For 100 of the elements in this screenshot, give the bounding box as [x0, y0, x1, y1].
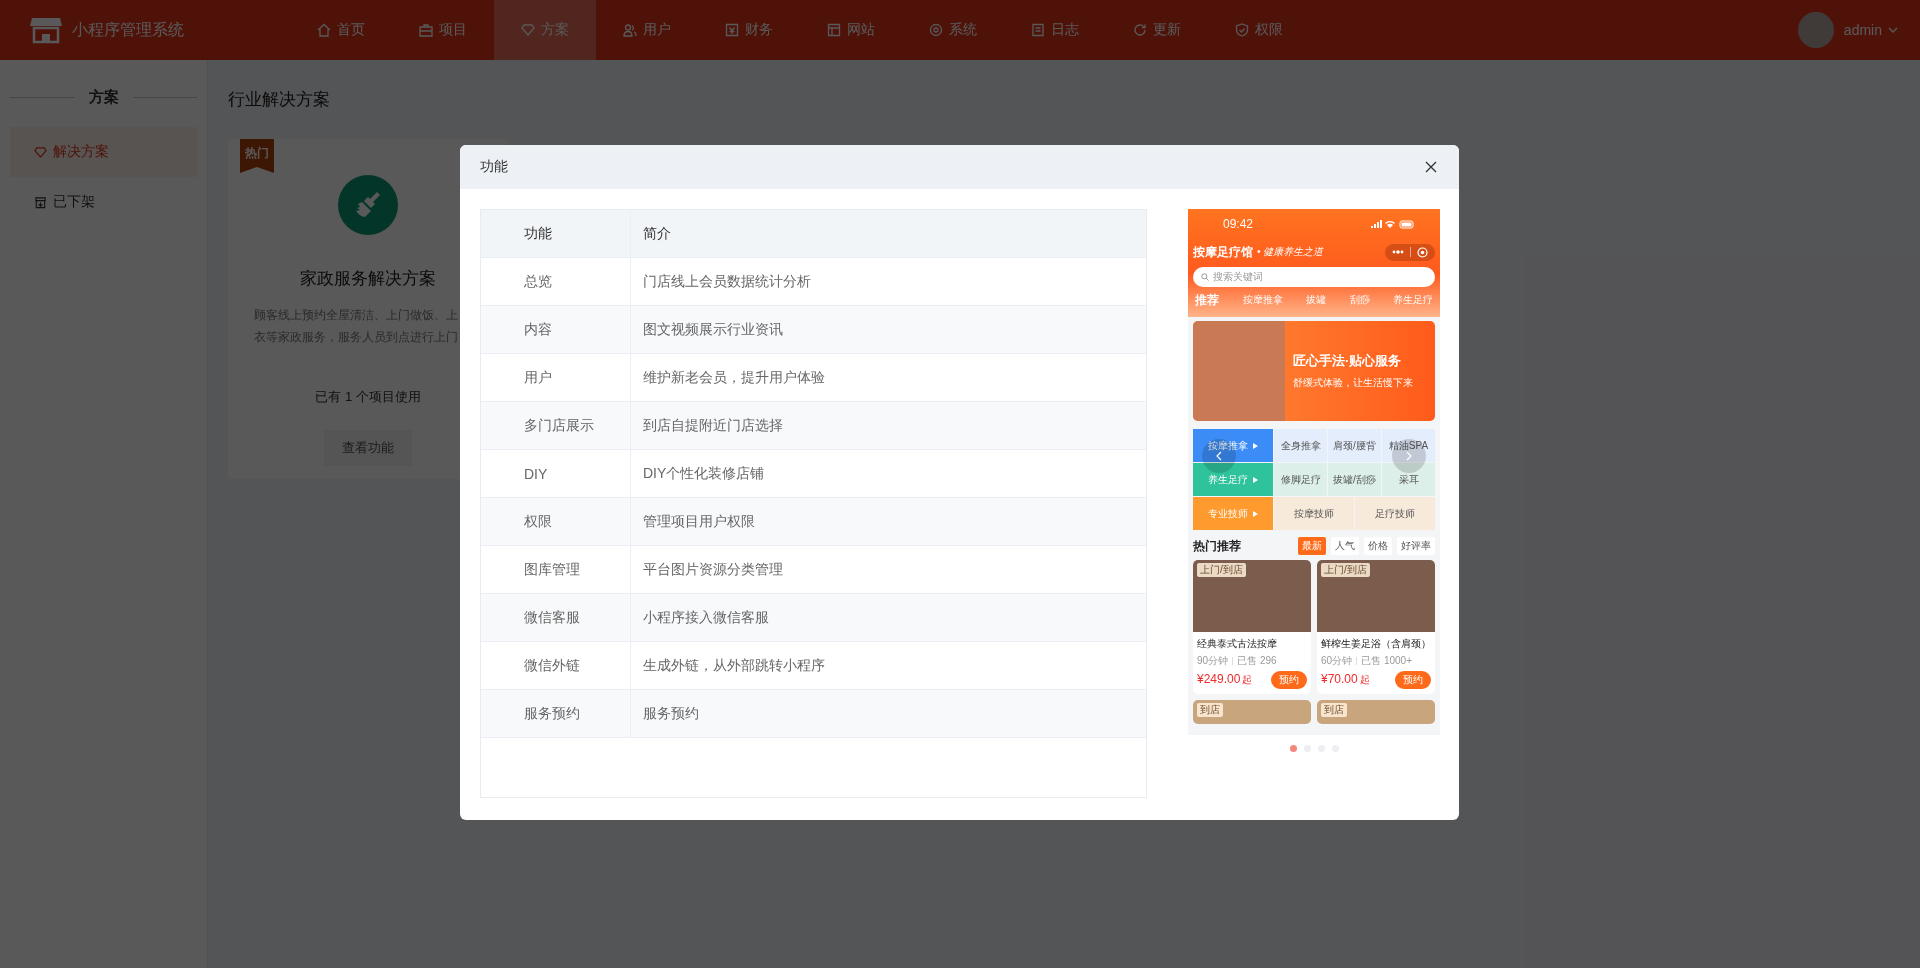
more-dots-icon[interactable]	[1392, 250, 1404, 254]
table-cell: DIY	[481, 450, 631, 497]
table-cell-text: 维护新老会员，提升用户体验	[642, 367, 826, 387]
service-tag: 到店	[1197, 703, 1223, 717]
user-menu[interactable]: admin	[1843, 22, 1882, 38]
status-time: 09:42	[1223, 217, 1254, 231]
table-cell: 多门店展示	[481, 402, 631, 449]
section-title: 热门推荐	[1193, 537, 1241, 555]
nav-tab[interactable]: 用户	[596, 0, 698, 60]
miniprogram-capsule[interactable]	[1385, 243, 1435, 261]
product-card[interactable]: 上门/到店 鲜榨生姜足浴（含肩颈） 60分钟 已售 1000+ ¥70.00 起 预约	[1317, 560, 1435, 694]
triangle-right-icon	[1253, 510, 1258, 517]
chevron-down-icon[interactable]	[1888, 27, 1898, 33]
nav-tab[interactable]: 权限	[1208, 0, 1310, 60]
broom-icon	[338, 175, 398, 235]
table-cell-text: 小程序接入微信客服	[642, 607, 770, 627]
status-indicators-icon	[1371, 219, 1415, 229]
category-cell[interactable]: 采耳	[1382, 463, 1435, 496]
price-suffix: 起	[1242, 673, 1254, 687]
archive-box-icon	[34, 195, 47, 209]
category-cell[interactable]: 精油SPA	[1382, 429, 1435, 462]
duration: 60分钟	[1321, 654, 1353, 668]
triangle-right-icon	[1253, 442, 1258, 449]
product-name: 鲜榨生姜足浴（含肩颈）	[1321, 637, 1431, 651]
table-cell-text: 图文视频展示行业资讯	[642, 319, 784, 339]
table-cell: 权限	[481, 498, 631, 545]
category-main-cell[interactable]: 按摩推拿	[1193, 429, 1273, 462]
product-card[interactable]: 到店	[1317, 700, 1435, 724]
search-field[interactable]: 搜索关键词	[1193, 267, 1435, 287]
category-tab[interactable]: 按摩推拿	[1242, 293, 1283, 307]
nav-tab[interactable]: 首页	[290, 0, 392, 60]
product-card[interactable]: 到店	[1193, 700, 1311, 724]
banner-subline: 舒缓式体验，让生活慢下来	[1293, 376, 1413, 390]
table-cell-text: 服务预约	[642, 703, 700, 723]
category-tab[interactable]: 刮痧	[1349, 293, 1370, 307]
nav-tab[interactable]: 系统	[902, 0, 1004, 60]
nav-tab[interactable]: 项目	[392, 0, 494, 60]
table-cell-text: DIY个性化装修店铺	[642, 463, 766, 483]
sidebar-item[interactable]: 解决方案	[10, 127, 197, 177]
product-card[interactable]: 上门/到店 经典泰式古法按摩 90分钟 已售 296 ¥249.00 起 预约	[1193, 560, 1311, 694]
column-header: 简介	[642, 223, 672, 243]
category-tab[interactable]: 养生足疗	[1393, 293, 1433, 307]
shop-slogan: • 健康养生之道	[1257, 245, 1325, 259]
sold-count: 已售 1000+	[1361, 654, 1412, 668]
gear-icon	[929, 23, 943, 37]
page-title: 行业解决方案	[228, 89, 331, 111]
sort-filter[interactable]: 好评率	[1397, 537, 1435, 555]
book-button[interactable]: 预约	[1271, 671, 1307, 689]
category-cell[interactable]: 修脚足疗	[1274, 463, 1327, 496]
price: ¥249.00	[1197, 672, 1241, 686]
category-main-cell[interactable]: 养生足疗	[1193, 463, 1273, 496]
sidebar-title: 方案	[88, 88, 119, 107]
store-icon	[30, 16, 62, 44]
table-cell-text: 生成外链，从外部跳转小程序	[642, 655, 826, 675]
duration: 90分钟	[1197, 654, 1229, 668]
sold-count: 已售 296	[1237, 654, 1277, 668]
category-tab[interactable]: 拔罐	[1306, 293, 1326, 307]
layout-icon	[827, 23, 841, 37]
service-tag: 上门/到店	[1197, 563, 1246, 577]
close-icon[interactable]	[1425, 161, 1437, 173]
nav-tab[interactable]: 财务	[698, 0, 800, 60]
category-cell[interactable]: 按摩技师	[1274, 497, 1354, 530]
solution-title: 家政服务解决方案	[300, 268, 436, 290]
sort-filter[interactable]: 人气	[1331, 537, 1359, 555]
shield-icon	[1235, 23, 1249, 37]
category-main-cell[interactable]: 专业技师	[1193, 497, 1273, 530]
target-circle-icon[interactable]	[1417, 246, 1428, 258]
sort-filter[interactable]: 价格	[1364, 537, 1392, 555]
app-title: 小程序管理系统	[72, 19, 184, 40]
receipt-icon	[725, 23, 739, 37]
table-cell: 微信客服	[481, 594, 631, 641]
category-cell[interactable]: 全身推拿	[1274, 429, 1327, 462]
table-cell: 服务预约	[481, 690, 631, 737]
document-icon	[1031, 23, 1045, 37]
category-tab[interactable]: 推荐	[1195, 291, 1219, 309]
sort-filter[interactable]: 最新	[1298, 537, 1326, 555]
sidebar-item[interactable]: 已下架	[10, 177, 197, 227]
column-header: 功能	[481, 210, 631, 257]
category-cell[interactable]: 肩颈/腰背	[1328, 429, 1381, 462]
carousel-dot[interactable]	[1289, 745, 1297, 752]
table-cell-text: 平台图片资源分类管理	[642, 559, 784, 579]
table-cell-text: 到店自提附近门店选择	[642, 415, 784, 435]
service-tag: 到店	[1321, 703, 1347, 717]
table-cell: 总览	[481, 258, 631, 305]
table-cell: 图库管理	[481, 546, 631, 593]
nav-tab[interactable]: 日志	[1004, 0, 1106, 60]
category-cell[interactable]: 拔罐/刮痧	[1328, 463, 1381, 496]
book-button[interactable]: 预约	[1395, 671, 1431, 689]
table-cell-text: 门店线上会员数据统计分析	[642, 271, 812, 291]
home-icon	[317, 23, 331, 37]
gem-icon	[521, 23, 535, 37]
users-icon	[623, 23, 637, 37]
usage-count: 已有 1 个项目使用	[315, 388, 421, 406]
category-cell[interactable]: 足疗技师	[1355, 497, 1435, 530]
table-cell: 用户	[481, 354, 631, 401]
refresh-icon	[1133, 23, 1147, 37]
nav-tab[interactable]: 网站	[800, 0, 902, 60]
nav-tab[interactable]: 更新	[1106, 0, 1208, 60]
search-icon	[1201, 273, 1209, 281]
triangle-right-icon	[1253, 476, 1258, 483]
